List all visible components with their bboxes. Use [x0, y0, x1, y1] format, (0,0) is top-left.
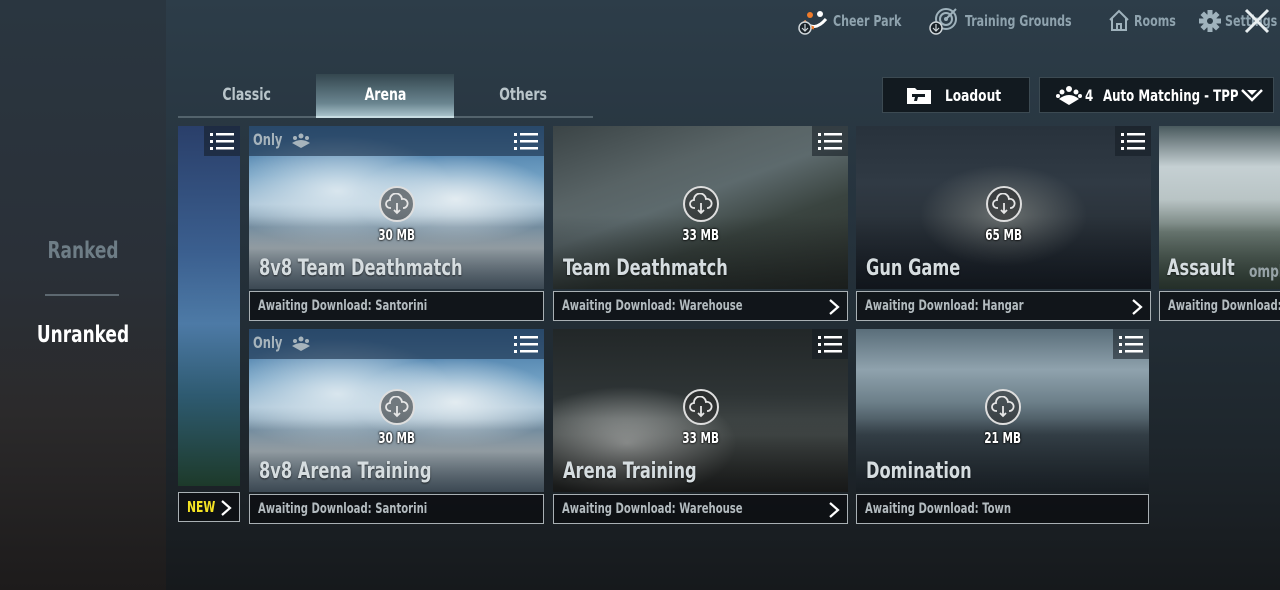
download-size: 21 MB — [984, 429, 1021, 447]
mode-card[interactable]: 33 MB Team Deathmatch Awaiting Download:… — [553, 126, 848, 321]
mode-title: Team Deathmatch — [563, 256, 728, 281]
mode-title: Domination — [866, 459, 972, 484]
gear-icon — [1198, 7, 1222, 35]
chevron-down-icon — [1241, 89, 1263, 102]
card-menu-button[interactable] — [1113, 329, 1149, 359]
mode-subtitle: omplex — [1249, 262, 1280, 282]
nav-label: Cheer Park — [833, 12, 902, 30]
chevron-right-icon — [829, 299, 840, 315]
download-status[interactable]: Awaiting Download: Hangar — [856, 291, 1151, 321]
mode-title: 8v8 Arena Training — [259, 459, 432, 484]
mode-title: Assault — [1167, 256, 1235, 281]
squad-icon — [291, 133, 310, 148]
mode-card[interactable]: 65 MB Gun Game Awaiting Download: Hangar — [856, 126, 1151, 321]
cloud-download-icon — [990, 396, 1014, 418]
squad-size: 4 — [1085, 85, 1094, 105]
nav-cheer-park[interactable]: Cheer Park — [796, 7, 916, 35]
download-size: 30 MB — [378, 226, 415, 244]
home-icon — [1107, 7, 1131, 35]
chevron-right-icon — [829, 502, 840, 518]
nav-label: Training Grounds — [965, 12, 1073, 30]
matching-label: Auto Matching - TPP — [1103, 85, 1239, 105]
cloud-download-icon — [991, 193, 1015, 215]
target-icon — [928, 7, 962, 35]
download-button[interactable] — [984, 389, 1021, 425]
close-button[interactable] — [1240, 4, 1274, 38]
card-menu-button[interactable] — [1115, 126, 1151, 156]
card-menu-button[interactable] — [812, 329, 848, 359]
nav-label: Rooms — [1134, 12, 1177, 30]
list-icon — [210, 133, 234, 150]
mode-thumbnail — [178, 126, 240, 486]
divider — [45, 294, 119, 296]
mode-title: 8v8 Team Deathmatch — [259, 256, 463, 281]
top-nav: Cheer Park Training Grounds Rooms Settin… — [796, 6, 1280, 36]
cloud-download-icon — [688, 193, 712, 215]
download-button[interactable] — [378, 389, 415, 425]
download-size: 33 MB — [682, 429, 719, 447]
download-size: 65 MB — [985, 226, 1022, 244]
cheer-park-icon — [796, 7, 830, 35]
download-status[interactable]: Awaiting Download: I — [1159, 291, 1280, 321]
download-size: 33 MB — [682, 226, 719, 244]
tab-classic[interactable]: Classic — [178, 74, 316, 116]
mode-card[interactable]: Only 30 MB 8v8 Team Deathmatch Awaiting … — [249, 126, 544, 321]
ranked-option[interactable]: Ranked — [15, 238, 151, 264]
cloud-download-icon — [384, 193, 408, 215]
list-icon — [818, 133, 842, 150]
card-menu-button[interactable] — [204, 126, 240, 156]
download-button[interactable] — [985, 186, 1022, 222]
list-icon — [1119, 336, 1143, 353]
download-status[interactable]: Awaiting Download: Warehouse — [553, 291, 848, 321]
mode-card[interactable]: 33 MB Arena Training Awaiting Download: … — [553, 329, 848, 524]
card-menu-button[interactable] — [508, 126, 544, 156]
list-icon — [514, 133, 538, 150]
only-tag: Only — [253, 333, 312, 352]
close-icon — [1244, 8, 1270, 34]
list-icon — [818, 336, 842, 353]
nav-training-grounds[interactable]: Training Grounds — [928, 7, 1095, 35]
download-status[interactable]: Awaiting Download: Santorini — [249, 291, 544, 321]
squad-icon — [291, 336, 310, 351]
folder-gun-icon — [906, 88, 931, 104]
mode-tabs: Classic Arena Others — [178, 74, 593, 118]
mode-card-partial-right[interactable]: Assault omplex Awaiting Download: I — [1159, 126, 1280, 321]
mode-card-partial-left[interactable]: NEW — [178, 126, 240, 522]
new-badge-button[interactable]: NEW — [178, 492, 240, 522]
nav-rooms[interactable]: Rooms — [1107, 7, 1185, 35]
list-icon — [514, 336, 538, 353]
mode-category-panel: Ranked Unranked — [0, 0, 166, 590]
list-icon — [1121, 133, 1145, 150]
unranked-option[interactable]: Unranked — [15, 322, 151, 348]
tab-arena[interactable]: Arena — [316, 74, 454, 118]
matching-dropdown[interactable]: 4 Auto Matching - TPP — [1039, 77, 1274, 113]
download-size: 30 MB — [378, 429, 415, 447]
mode-title: Gun Game — [866, 256, 961, 281]
mode-card[interactable]: Only 30 MB 8v8 Arena Training Awaiting D… — [249, 329, 544, 524]
tab-others[interactable]: Others — [454, 74, 592, 116]
mode-title: Arena Training — [563, 459, 697, 484]
loadout-button[interactable]: Loadout — [882, 77, 1030, 113]
download-button[interactable] — [378, 186, 415, 222]
mode-card[interactable]: 21 MB Domination Awaiting Download: Town — [856, 329, 1149, 524]
card-menu-button[interactable] — [508, 329, 544, 359]
chevron-right-icon — [221, 500, 232, 516]
cloud-download-icon — [688, 396, 712, 418]
cloud-download-icon — [384, 396, 408, 418]
card-menu-button[interactable] — [812, 126, 848, 156]
download-status[interactable]: Awaiting Download: Warehouse — [553, 494, 848, 524]
only-tag: Only — [253, 130, 312, 149]
download-status[interactable]: Awaiting Download: Santorini — [249, 494, 544, 524]
squad-icon — [1056, 86, 1082, 105]
download-status[interactable]: Awaiting Download: Town — [856, 494, 1149, 524]
download-button[interactable] — [682, 186, 719, 222]
download-button[interactable] — [682, 389, 719, 425]
new-badge: NEW — [187, 498, 216, 516]
chevron-right-icon — [1132, 299, 1143, 315]
